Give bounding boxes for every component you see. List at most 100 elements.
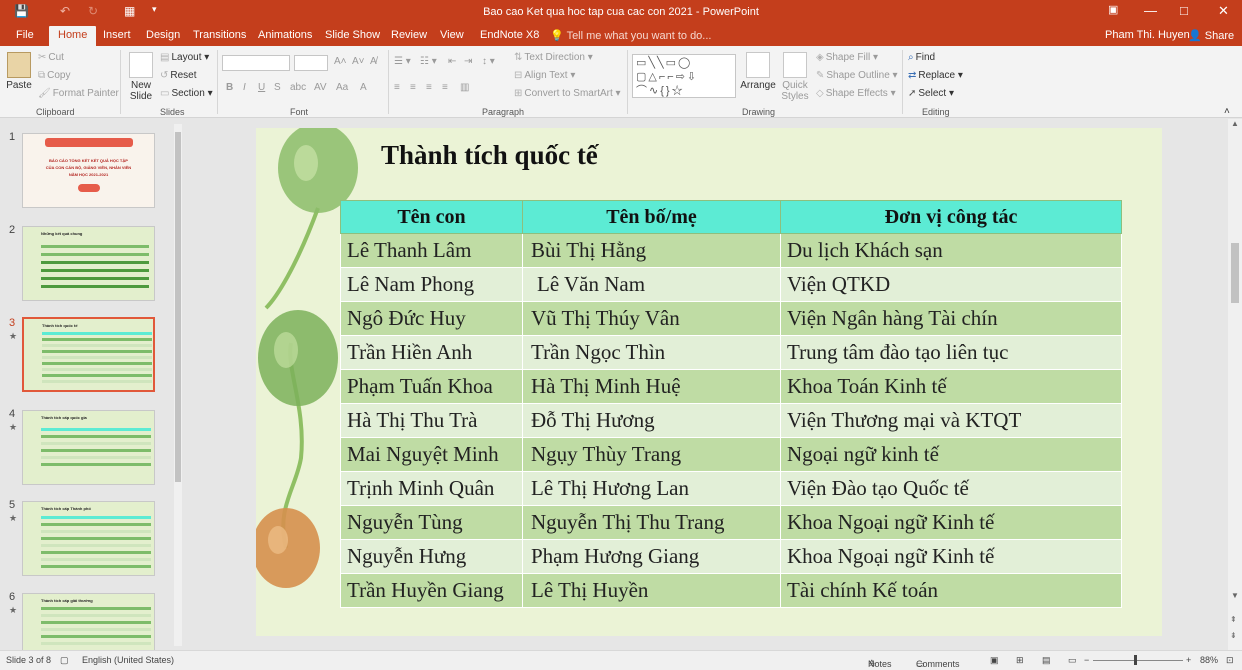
thumbnail-slide-4[interactable]: Thành tích cấp quốc gia	[22, 410, 155, 485]
zoom-in-icon[interactable]: +	[1186, 655, 1191, 665]
zoom-level[interactable]: 88%	[1200, 655, 1218, 665]
cell-parent-name[interactable]: Trần Ngọc Thìn	[522, 335, 781, 370]
cell-child-name[interactable]: Trịnh Minh Quân	[340, 471, 523, 506]
thumbnail-slide-1[interactable]: BÁO CÁO TỔNG KẾT KẾT QUẢ HỌC TẬP CỦA CON…	[22, 133, 155, 208]
shapes-gallery[interactable]: ▭╲╲▭◯ ▢△⌐⌐⇨⇩ ⌒∿{}☆	[632, 54, 736, 98]
cell-child-name[interactable]: Nguyễn Hưng	[340, 539, 523, 574]
cell-parent-name[interactable]: Vũ Thị Thúy Vân	[522, 301, 781, 336]
cell-parent-name[interactable]: Hà Thị Minh Huệ	[522, 369, 781, 404]
increase-indent-icon[interactable]: ⇥	[464, 56, 472, 67]
thumbnail-slide-5[interactable]: Thành tích cấp Thành phố	[22, 501, 155, 576]
font-name-box[interactable]	[222, 55, 290, 71]
paste-button[interactable]: Paste	[5, 52, 33, 91]
cut-button[interactable]: ✂ Cut	[38, 52, 64, 63]
fit-slide-icon[interactable]: ⊡	[1226, 655, 1234, 666]
slide-3[interactable]: Thành tích quốc tế Tên con Tên bố/mẹ Đơn…	[256, 128, 1162, 636]
tab-home[interactable]: Home	[49, 26, 97, 46]
align-right-icon[interactable]: ≡	[426, 82, 432, 93]
cell-parent-name[interactable]: Lê Thị Huyền	[522, 573, 781, 608]
quick-styles-button[interactable]: Quick Styles	[778, 52, 812, 102]
clear-format-icon[interactable]: A̸	[370, 56, 377, 67]
italic-icon[interactable]: I	[243, 82, 246, 93]
cell-child-name[interactable]: Trần Huyền Giang	[340, 573, 523, 608]
tab-review[interactable]: Review	[391, 29, 427, 41]
strikethrough-icon[interactable]: abc	[290, 82, 306, 93]
change-case-icon[interactable]: Aa	[336, 82, 348, 93]
copy-button[interactable]: ⧉ Copy	[38, 70, 71, 81]
cell-workplace[interactable]: Viện Thương mại và KTQT	[780, 403, 1122, 438]
cell-workplace[interactable]: Khoa Toán Kinh tế	[780, 369, 1122, 404]
align-text-button[interactable]: ⊟ Align Text ▾	[514, 70, 575, 81]
cell-workplace[interactable]: Du lịch Khách sạn	[780, 233, 1122, 268]
align-center-icon[interactable]: ≡	[410, 82, 416, 93]
maximize-icon[interactable]: □	[1180, 3, 1188, 18]
bold-icon[interactable]: B	[226, 82, 233, 93]
cell-workplace[interactable]: Ngoại ngữ kinh tế	[780, 437, 1122, 472]
cell-workplace[interactable]: Khoa Ngoại ngữ Kinh tế	[780, 539, 1122, 574]
shape-fill-button[interactable]: ◈ Shape Fill ▾	[816, 52, 878, 63]
cell-workplace[interactable]: Viện QTKD	[780, 267, 1122, 302]
cell-parent-name[interactable]: Nguyễn Thị Thu Trang	[522, 505, 781, 540]
slide-title[interactable]: Thành tích quốc tế	[381, 140, 598, 171]
reading-view-icon[interactable]: ▤	[1042, 655, 1051, 666]
slide-sorter-icon[interactable]: ⊞	[1016, 655, 1024, 666]
shape-effects-button[interactable]: ◇ Shape Effects ▾	[816, 88, 896, 99]
numbering-icon[interactable]: ☷ ▾	[420, 56, 437, 67]
shrink-font-icon[interactable]: A˅	[352, 56, 365, 67]
tab-insert[interactable]: Insert	[103, 29, 131, 41]
thumbnail-scrollbar[interactable]	[174, 124, 182, 646]
zoom-out-icon[interactable]: −	[1084, 655, 1089, 665]
shadow-icon[interactable]: S	[274, 82, 281, 93]
cell-parent-name[interactable]: Lê Thị Hương Lan	[522, 471, 781, 506]
font-size-box[interactable]	[294, 55, 328, 71]
reset-button[interactable]: ↺ Reset	[160, 70, 197, 81]
zoom-slider-thumb[interactable]	[1134, 655, 1137, 665]
close-icon[interactable]: ✕	[1218, 3, 1229, 19]
cell-workplace[interactable]: Viện Ngân hàng Tài chín	[780, 301, 1122, 336]
tab-slide-show[interactable]: Slide Show	[325, 29, 380, 41]
thumbnail-slide-2[interactable]: Những kết quả chung	[22, 226, 155, 301]
tab-view[interactable]: View	[440, 29, 464, 41]
layout-button[interactable]: ▤ Layout ▾	[160, 52, 209, 63]
underline-icon[interactable]: U	[258, 82, 265, 93]
bullets-icon[interactable]: ☰ ▾	[394, 56, 411, 67]
cell-child-name[interactable]: Ngô Đức Huy	[340, 301, 523, 336]
next-slide-icon[interactable]: ⇟	[1230, 631, 1237, 640]
share-button[interactable]: 👤 Share	[1188, 29, 1234, 42]
grow-font-icon[interactable]: A˄	[334, 56, 347, 67]
section-button[interactable]: ▭ Section ▾	[160, 88, 213, 99]
cell-parent-name[interactable]: Bùi Thị Hằng	[522, 233, 781, 268]
normal-view-icon[interactable]: ▣	[990, 655, 999, 666]
slideshow-view-icon[interactable]: ▭	[1068, 655, 1077, 666]
cell-child-name[interactable]: Trần Hiền Anh	[340, 335, 523, 370]
cell-child-name[interactable]: Mai Nguyệt Minh	[340, 437, 523, 472]
thumbnail-slide-6[interactable]: Thành tích cấp giải thưởng	[22, 593, 155, 650]
char-spacing-icon[interactable]: AV	[314, 82, 327, 93]
minimize-icon[interactable]: —	[1144, 3, 1157, 18]
thumbnail-slide-3[interactable]: Thành tích quốc tế	[22, 317, 155, 392]
user-name[interactable]: Pham Thi. Huyen	[1105, 29, 1190, 41]
cell-child-name[interactable]: Phạm Tuấn Khoa	[340, 369, 523, 404]
shape-outline-button[interactable]: ✎ Shape Outline ▾	[816, 70, 898, 81]
header-child-name[interactable]: Tên con	[340, 200, 523, 234]
font-color-icon[interactable]: A	[360, 82, 367, 93]
ribbon-display-icon[interactable]: ▣	[1108, 3, 1118, 16]
cell-workplace[interactable]: Trung tâm đào tạo liên tục	[780, 335, 1122, 370]
arrange-button[interactable]: Arrange	[740, 52, 776, 91]
cell-workplace[interactable]: Khoa Ngoại ngữ Kinh tế	[780, 505, 1122, 540]
cell-parent-name[interactable]: Ngụy Thùy Trang	[522, 437, 781, 472]
tab-animations[interactable]: Animations	[258, 29, 312, 41]
line-spacing-icon[interactable]: ↕ ▾	[482, 56, 495, 67]
align-left-icon[interactable]: ≡	[394, 82, 400, 93]
replace-button[interactable]: ⇄ Replace ▾	[908, 70, 963, 81]
columns-icon[interactable]: ▥	[460, 82, 469, 93]
tab-transitions[interactable]: Transitions	[193, 29, 246, 41]
select-button[interactable]: ➚ Select ▾	[908, 88, 954, 99]
cell-child-name[interactable]: Hà Thị Thu Trà	[340, 403, 523, 438]
tab-file[interactable]: File	[16, 29, 34, 41]
cell-workplace[interactable]: Viện Đào tạo Quốc tế	[780, 471, 1122, 506]
scroll-up-icon[interactable]: ▲	[1231, 119, 1239, 128]
slide-scrollbar[interactable]: ▲ ▼ ⇞ ⇟	[1228, 119, 1242, 650]
convert-smartart-button[interactable]: ⊞ Convert to SmartArt ▾	[514, 88, 621, 99]
text-direction-button[interactable]: ⇅ Text Direction ▾	[514, 52, 593, 63]
